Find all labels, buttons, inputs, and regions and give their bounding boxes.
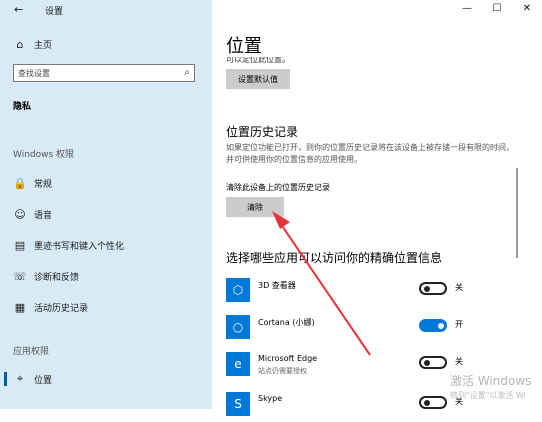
toggle-state: 关 <box>455 357 463 366</box>
back-icon[interactable]: ← <box>14 3 23 16</box>
home-icon: ⌂ <box>16 37 24 51</box>
pen-icon: ▤ <box>14 238 26 252</box>
app-title: 设置 <box>45 7 64 17</box>
sidebar-item-label: 主页 <box>34 41 53 51</box>
window-controls: — ☐ ✕ <box>452 0 542 16</box>
cortana-icon: ○ <box>226 315 250 339</box>
app-name: Microsoft Edge <box>258 354 318 363</box>
minimize-button[interactable]: — <box>452 0 482 16</box>
group-label: 应用权限 <box>13 347 50 357</box>
app-subtitle: 站点仍需要授权 <box>258 367 307 375</box>
apps-heading: 选择哪些应用可以访问你的精确位置信息 <box>226 251 443 265</box>
app-row-3d-viewer: ⬡ 3D 查看器 关 <box>226 278 466 308</box>
sidebar: ← 设置 ⌂ 主页 ⌕ 隐私 Windows 权限 🔒 常规 ☺ 语音 ▤ 墨迹… <box>0 0 212 409</box>
main-panel: — ☐ ✕ 位置 可以定位此位置。 设置默认值 位置历史记录 如果定位功能已打开… <box>212 0 542 416</box>
toggle-cortana[interactable] <box>419 319 447 332</box>
activation-watermark-sub: 转到"设置"以激活 Wi <box>450 391 526 400</box>
sidebar-item-general[interactable]: 🔒 常规 <box>0 172 212 194</box>
sidebar-item-label: 语音 <box>34 211 53 221</box>
app-row-cortana: ○ Cortana (小娜) 开 <box>226 315 466 345</box>
sidebar-item-inking[interactable]: ▤ 墨迹书写和键入个性化 <box>0 234 212 256</box>
toggle-edge[interactable] <box>419 356 447 369</box>
app-row-edge: e Microsoft Edge 站点仍需要授权 关 <box>226 352 466 382</box>
sidebar-item-label: 诊断和反馈 <box>34 273 80 283</box>
sidebar-item-speech[interactable]: ☺ 语音 <box>0 203 212 225</box>
section-title: 隐私 <box>13 102 32 112</box>
toggle-3d-viewer[interactable] <box>419 282 447 295</box>
toggle-skype[interactable] <box>419 396 447 409</box>
toggle-state: 关 <box>455 283 463 292</box>
sidebar-item-label: 活动历史记录 <box>34 304 89 314</box>
history-icon: ▦ <box>14 300 26 314</box>
group-label: Windows 权限 <box>13 150 75 160</box>
feedback-icon: ☏ <box>13 269 27 283</box>
page-title: 位置 <box>226 36 262 57</box>
toggle-state: 开 <box>455 320 463 329</box>
search-icon[interactable]: ⌕ <box>184 67 190 78</box>
search-box[interactable]: ⌕ <box>13 64 195 82</box>
clear-heading: 清除此设备上的位置历史记录 <box>226 183 330 192</box>
app-name: 3D 查看器 <box>258 281 296 290</box>
history-description: 如果定位功能已打开，则你的位置历史记录将在该设备上被存储一段有限的时间，并可供使… <box>226 143 514 164</box>
edge-icon: e <box>226 352 250 376</box>
history-title: 位置历史记录 <box>226 125 299 139</box>
skype-icon: S <box>226 392 250 416</box>
sidebar-item-location[interactable]: ⌖ 位置 <box>0 368 212 390</box>
location-icon: ⌖ <box>16 372 24 385</box>
speech-icon: ☺ <box>14 207 26 221</box>
sidebar-item-label: 位置 <box>34 376 53 386</box>
set-default-button[interactable]: 设置默认值 <box>226 69 290 89</box>
app-row-skype: S Skype 关 <box>226 392 466 422</box>
search-input[interactable] <box>18 66 168 80</box>
sidebar-item-label: 墨迹书写和键入个性化 <box>34 242 125 252</box>
active-indicator <box>4 372 7 386</box>
sidebar-item-diagnostics[interactable]: ☏ 诊断和反馈 <box>0 265 212 287</box>
activation-watermark: 激活 Windows <box>450 374 532 388</box>
lock-icon: 🔒 <box>13 176 27 190</box>
sidebar-item-home[interactable]: ⌂ 主页 <box>0 33 212 55</box>
sidebar-item-activity[interactable]: ▦ 活动历史记录 <box>0 296 212 318</box>
app-name: Cortana (小娜) <box>258 318 315 327</box>
cube-icon: ⬡ <box>226 278 250 302</box>
maximize-button[interactable]: ☐ <box>482 0 512 16</box>
sidebar-item-label: 常规 <box>34 180 53 190</box>
app-name: Skype <box>258 394 283 403</box>
scrollbar[interactable] <box>516 168 518 258</box>
clipped-text: 可以定位此位置。 <box>226 57 290 63</box>
clear-button[interactable]: 清除 <box>226 197 284 217</box>
close-button[interactable]: ✕ <box>512 0 542 16</box>
